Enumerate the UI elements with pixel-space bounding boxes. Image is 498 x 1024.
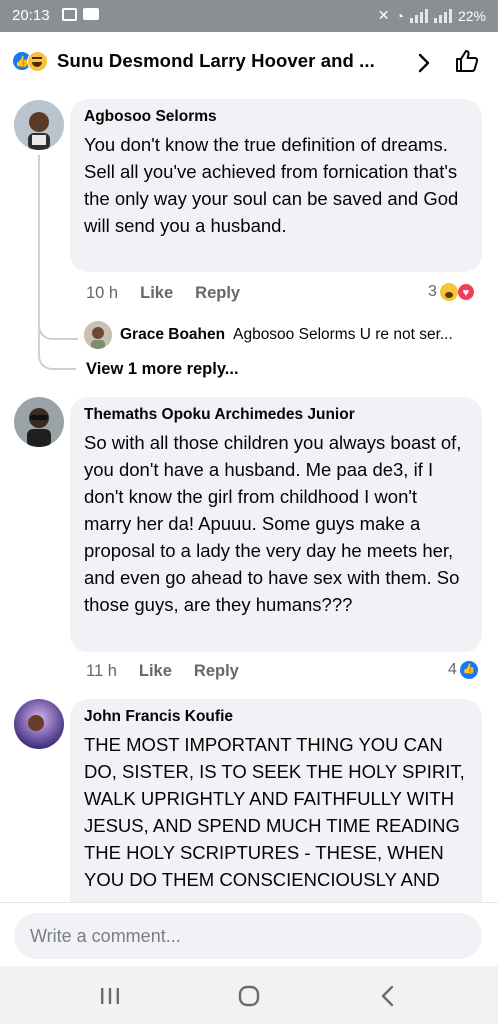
comment-reactions[interactable]: 3 ♥: [428, 283, 475, 301]
comment-bubble[interactable]: John Francis Koufie THE MOST IMPORTANT T…: [70, 699, 482, 902]
comment-bubble[interactable]: Agbosoo Selorms You don't know the true …: [70, 99, 482, 272]
thread-connector: [38, 330, 76, 370]
thumbs-up-icon[interactable]: [454, 48, 480, 74]
reactions-title[interactable]: Sunu Desmond Larry Hoover and ...: [57, 50, 375, 72]
system-nav-bar: [0, 966, 498, 1024]
like-button[interactable]: Like: [139, 662, 172, 681]
comment-actions: 10 h Like Reply: [86, 284, 240, 303]
signal-2-icon: [433, 8, 452, 23]
person-avatar-icon: [14, 699, 64, 749]
comment-text: THE MOST IMPORTANT THING YOU CAN DO, SIS…: [84, 734, 465, 890]
gallery-notification-icon: [62, 8, 77, 21]
chevron-right-icon[interactable]: [413, 52, 435, 74]
comment-text: You don't know the true definition of dr…: [84, 134, 459, 236]
mute-icon: ✕: [377, 7, 390, 23]
avatar[interactable]: [14, 699, 64, 749]
reactions-header[interactable]: 👍 Sunu Desmond Larry Hoover and ...: [0, 32, 498, 92]
view-more-replies[interactable]: View 1 more reply...: [86, 360, 239, 379]
haha-reaction-icon: [27, 51, 48, 72]
reply-button[interactable]: Reply: [194, 662, 239, 681]
comment-time: 11 h: [86, 662, 117, 680]
haha-reaction-icon: [439, 283, 458, 301]
status-bar: 20:13 ✕ ◔ 22%: [0, 0, 498, 32]
home-icon[interactable]: [235, 982, 263, 1010]
person-avatar-icon: [14, 100, 64, 150]
like-reaction-icon: 👍: [459, 661, 478, 679]
reaction-count: 3: [428, 283, 437, 300]
reply-author[interactable]: Grace Boahen: [120, 326, 225, 344]
status-right: ✕ ◔ 22%: [378, 7, 486, 24]
comment-text: So with all those children you always bo…: [84, 432, 462, 615]
signal-icon: [409, 8, 428, 23]
status-time: 20:13: [12, 7, 50, 24]
person-avatar-icon: [14, 397, 64, 447]
comment-time: 10 h: [86, 284, 119, 302]
comment-author[interactable]: Themaths Opoku Archimedes Junior: [84, 405, 468, 425]
battery-level: 22%: [457, 7, 486, 24]
reaction-count: 4: [448, 661, 457, 678]
header-reactions: 👍: [12, 51, 52, 73]
like-button[interactable]: Like: [140, 284, 173, 303]
message-notification-icon: [83, 8, 99, 20]
love-reaction-icon: ♥: [456, 283, 475, 301]
wifi-icon: ◔: [395, 7, 404, 24]
avatar[interactable]: [84, 321, 112, 349]
comment-author[interactable]: Agbosoo Selorms: [84, 107, 468, 127]
thread-line: [38, 155, 40, 300]
comment-reactions[interactable]: 4 👍: [448, 661, 478, 679]
comment-composer: [0, 902, 498, 966]
status-notification-icons: [62, 8, 99, 21]
reply-button[interactable]: Reply: [195, 284, 240, 303]
back-icon[interactable]: [374, 982, 402, 1010]
comment-input[interactable]: [14, 913, 482, 959]
reply-text: Agbosoo Selorms U re not ser...: [233, 326, 453, 343]
comment-bubble[interactable]: Themaths Opoku Archimedes Junior So with…: [70, 397, 482, 652]
avatar[interactable]: [14, 397, 64, 447]
comment-author[interactable]: John Francis Koufie: [84, 707, 468, 727]
avatar[interactable]: [14, 100, 64, 150]
person-avatar-icon: [84, 321, 112, 349]
recent-apps-icon[interactable]: [96, 982, 124, 1010]
reply-preview[interactable]: Grace Boahen Agbosoo Selorms U re not se…: [84, 321, 488, 349]
comment-actions: 11 h Like Reply: [86, 662, 239, 681]
